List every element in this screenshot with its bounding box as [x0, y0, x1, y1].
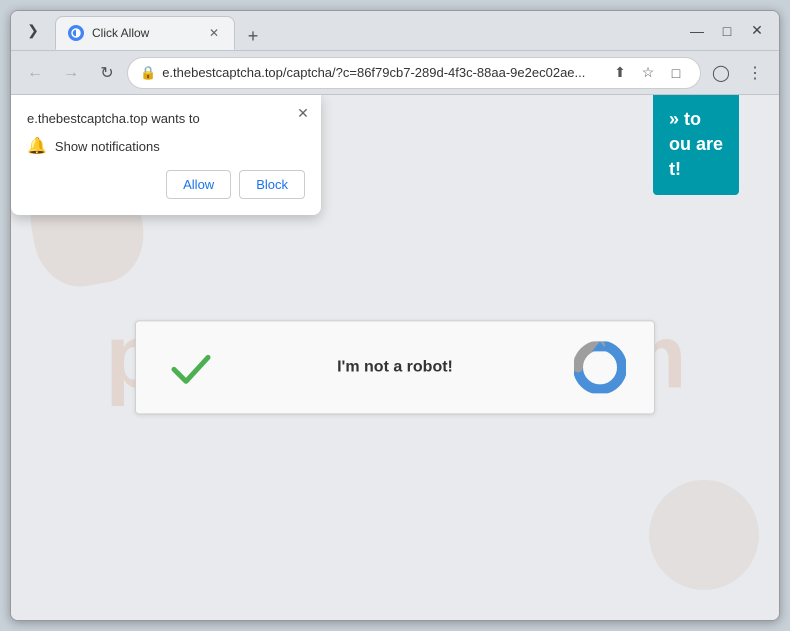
page-content: pcfixhelplcom » to ou are t! I'm not a r…	[11, 95, 779, 620]
tab-close-button[interactable]: ✕	[206, 25, 222, 41]
site-background: pcfixhelplcom » to ou are t! I'm not a r…	[11, 95, 779, 620]
forward-button[interactable]: →	[55, 57, 87, 89]
allow-button[interactable]: Allow	[166, 170, 231, 199]
share-icon[interactable]: ⬆	[608, 61, 632, 85]
maximize-button[interactable]: □	[713, 17, 741, 45]
decorative-shape-right	[649, 480, 759, 590]
bell-icon: 🔔	[27, 136, 47, 156]
lock-icon: 🔒	[140, 65, 156, 81]
chevron-icon[interactable]: ❯	[19, 17, 47, 45]
minimize-button[interactable]: —	[683, 17, 711, 45]
nav-right-buttons: ◯ ⋮	[705, 57, 771, 89]
tab-chevron-area: ❯	[19, 17, 47, 45]
recaptcha-label: I'm not a robot!	[240, 358, 550, 376]
site-popup-line1: » to	[669, 107, 723, 132]
permission-label: Show notifications	[55, 139, 160, 154]
tabs-area: Click Allow ✕ +	[55, 11, 675, 50]
extensions-icon[interactable]: □	[664, 61, 688, 85]
checkmark-icon	[166, 343, 214, 391]
notification-popup: ✕ e.thebestcaptcha.top wants to 🔔 Show n…	[11, 95, 321, 215]
address-actions: ⬆ ☆ □	[608, 61, 688, 85]
recaptcha-box: I'm not a robot!	[135, 320, 655, 414]
active-tab[interactable]: Click Allow ✕	[55, 16, 235, 50]
tab-favicon	[68, 25, 84, 41]
checkmark-area	[160, 343, 220, 391]
profile-button[interactable]: ◯	[705, 57, 737, 89]
notification-buttons: Allow Block	[27, 170, 305, 199]
site-notification-banner: » to ou are t!	[653, 95, 739, 195]
menu-button[interactable]: ⋮	[739, 57, 771, 89]
reload-button[interactable]: ↻	[91, 57, 123, 89]
notification-close-button[interactable]: ✕	[293, 103, 313, 123]
site-popup-line2: ou are	[669, 132, 723, 157]
navigation-bar: ← → ↻ 🔒 e.thebestcaptcha.top/captcha/?c=…	[11, 51, 779, 95]
notification-title: e.thebestcaptcha.top wants to	[27, 111, 305, 126]
recaptcha-logo	[570, 341, 630, 393]
close-button[interactable]: ✕	[743, 17, 771, 45]
block-button[interactable]: Block	[239, 170, 305, 199]
site-popup-line3: t!	[669, 157, 723, 182]
bookmark-icon[interactable]: ☆	[636, 61, 660, 85]
address-bar[interactable]: 🔒 e.thebestcaptcha.top/captcha/?c=86f79c…	[127, 57, 701, 89]
title-bar: ❯ Click Allow ✕ + — □ ✕	[11, 11, 779, 51]
tab-title: Click Allow	[92, 26, 198, 40]
window-controls: — □ ✕	[683, 17, 771, 45]
back-button[interactable]: ←	[19, 57, 51, 89]
permission-row: 🔔 Show notifications	[27, 136, 305, 156]
browser-window: ❯ Click Allow ✕ + — □ ✕ ← → ↻	[10, 10, 780, 621]
address-text: e.thebestcaptcha.top/captcha/?c=86f79cb7…	[162, 65, 602, 80]
new-tab-button[interactable]: +	[239, 22, 267, 50]
